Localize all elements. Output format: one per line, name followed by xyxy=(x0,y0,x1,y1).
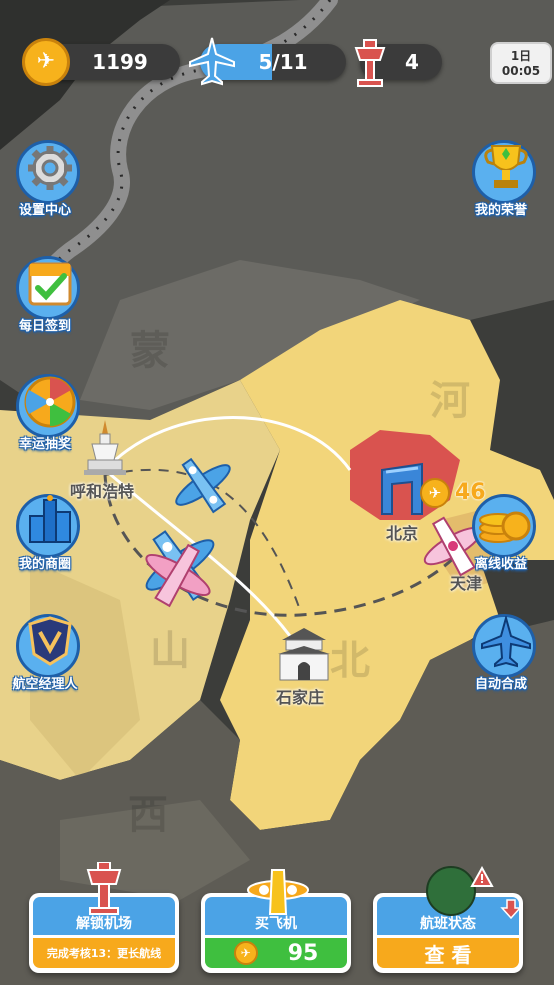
price-coin-icon: ✈ xyxy=(233,941,258,965)
trophy-icon xyxy=(482,142,530,192)
aviation-manager-label: 航空经理人 xyxy=(12,677,78,692)
lucky-draw-button[interactable]: 幸运抽奖 xyxy=(10,374,80,452)
shijiazhuang-gate-icon[interactable] xyxy=(276,626,332,684)
clock-time: 00:05 xyxy=(501,64,541,78)
offline-income-button[interactable]: 离线收益 xyxy=(466,494,536,572)
buy-plane-price-bar: ✈ 95 xyxy=(205,938,347,968)
manager-emblem-icon xyxy=(26,616,74,666)
gear-icon xyxy=(26,144,74,192)
coin-count: 1199 xyxy=(92,50,148,74)
business-circle-label: 我的商圈 xyxy=(18,557,71,572)
calendar-check-icon xyxy=(26,258,74,308)
honor-label: 我的荣誉 xyxy=(474,203,527,218)
view-button[interactable]: 查 看 xyxy=(377,938,519,968)
province-label: 河 xyxy=(430,378,470,424)
hohhot-tower-icon[interactable] xyxy=(82,420,128,476)
globe-icon xyxy=(426,866,476,916)
yellow-plane-icon xyxy=(246,868,310,916)
income-coin-icon[interactable]: ✈ xyxy=(420,478,450,508)
auto-merge-button[interactable]: 自动合成 xyxy=(466,614,536,692)
alert-icon xyxy=(470,865,494,888)
city-shijiazhuang-label: 石家庄 xyxy=(276,688,325,707)
aviation-manager-button[interactable]: 航空经理人 xyxy=(10,614,80,692)
province-label: 山 xyxy=(150,628,190,674)
arrow-down-icon xyxy=(500,898,522,920)
business-circle-button[interactable]: 我的商圈 xyxy=(10,494,80,572)
city-buildings-icon xyxy=(26,494,74,546)
daily-checkin-button[interactable]: 每日签到 xyxy=(10,256,80,334)
settings-button[interactable]: 设置中心 xyxy=(10,140,80,218)
game-clock: 1日 00:05 xyxy=(490,42,552,84)
tower-count: 4 xyxy=(405,50,419,74)
coin-icon: ✈ xyxy=(22,38,70,86)
province-label: 北 xyxy=(330,638,370,684)
coin-stack-icon xyxy=(476,498,532,546)
lucky-draw-label: 幸运抽奖 xyxy=(18,437,71,452)
unlock-airport-subtitle: 完成考核13：更长航线 xyxy=(33,938,175,968)
province-label: 蒙 xyxy=(130,328,170,374)
settings-label: 设置中心 xyxy=(18,203,71,218)
honor-button[interactable]: 我的荣誉 xyxy=(466,140,536,218)
auto-merge-label: 自动合成 xyxy=(474,677,527,692)
buy-plane-price: 95 xyxy=(287,940,319,966)
plane-merge-icon xyxy=(480,614,532,668)
lucky-wheel-icon xyxy=(24,376,76,428)
offline-income-label: 离线收益 xyxy=(474,557,527,572)
plane-icon xyxy=(188,36,236,86)
clock-day: 1日 xyxy=(510,49,532,63)
control-tower-icon xyxy=(84,861,124,916)
province-label: 西 xyxy=(128,792,168,838)
plane-count: 5/11 xyxy=(258,50,308,74)
control-tower-icon xyxy=(350,38,390,88)
daily-checkin-label: 每日签到 xyxy=(18,319,71,334)
